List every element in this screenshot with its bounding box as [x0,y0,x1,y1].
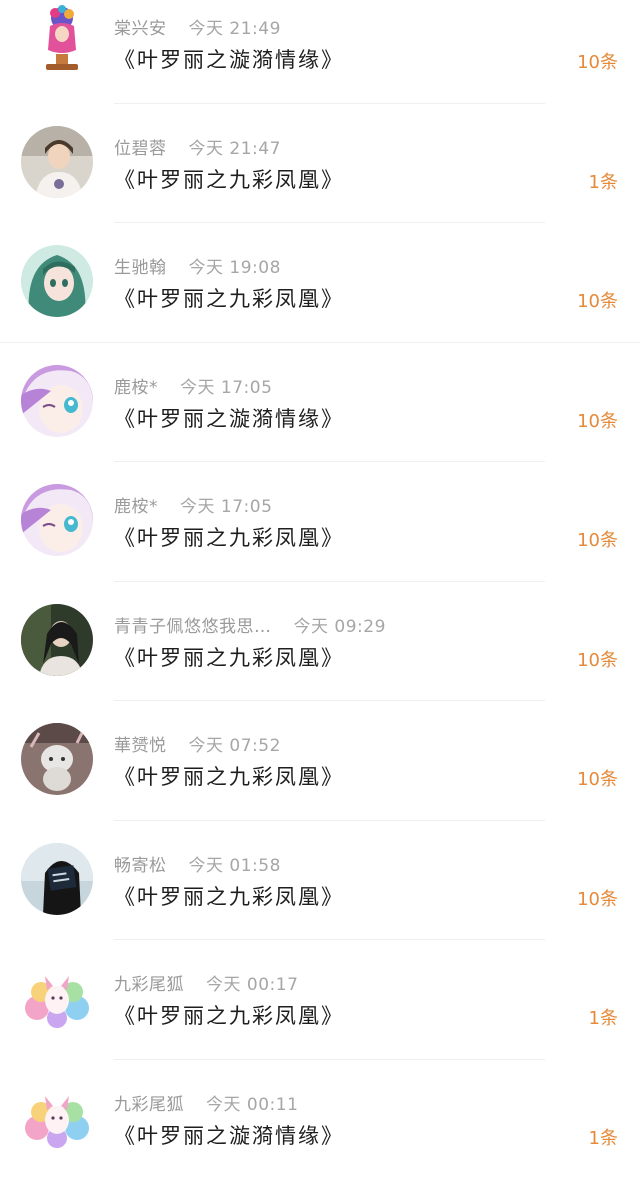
item-meta: 青青子佩悠悠我思… 今天 09:29 [114,612,386,637]
item-meta: 位碧蓉 今天 21:47 [114,134,281,159]
timestamp: 今天 00:17 [206,975,299,995]
timestamp: 今天 21:47 [188,138,281,159]
item-title[interactable]: 《叶罗丽之九彩凤凰》 [114,642,344,672]
item-title[interactable]: 《叶罗丽之九彩凤凰》 [114,164,344,194]
list-item[interactable]: 生驰翰 今天 19:08 《叶罗丽之九彩凤凰》 10条 [0,239,640,359]
list-item[interactable]: 九彩尾狐 今天 00:11 《叶罗丽之漩漪情缘》 1条 [0,1076,640,1180]
fox-icon [21,962,93,1034]
item-title[interactable]: 《叶罗丽之漩漪情缘》 [114,44,344,74]
avatar[interactable] [21,1081,93,1154]
user-name[interactable]: 位碧蓉 [114,139,167,159]
divider [114,700,545,701]
list-item[interactable]: 九彩尾狐 今天 00:17 《叶罗丽之九彩凤凰》 1条 [0,956,640,1076]
divider [114,1058,545,1060]
list-item[interactable]: 畅寄松 今天 01:58 《叶罗丽之九彩凤凰》 10条 [0,837,640,957]
divider [114,819,545,821]
user-name[interactable]: 青青子佩悠悠我思… [114,617,272,637]
timestamp: 今天 21:49 [188,19,281,39]
avatar[interactable] [21,484,93,556]
timestamp: 今天 00:11 [206,1094,299,1115]
list-item[interactable]: 鹿桉* 今天 17:05 《叶罗丽之九彩凤凰》 10条 [0,478,640,598]
timestamp: 今天 09:29 [293,616,386,637]
user-name[interactable]: 九彩尾狐 [114,975,184,995]
item-meta: 九彩尾狐 今天 00:17 [114,970,298,995]
anime-pink-icon [21,364,93,437]
plush-icon [21,723,93,795]
divider [114,222,545,223]
item-meta: 九彩尾狐 今天 00:11 [114,1090,298,1115]
person-dark-icon [21,603,93,676]
person-icon [21,125,93,198]
count-badge: 10条 [577,649,618,671]
avatar[interactable] [21,842,93,915]
timestamp: 今天 07:52 [188,736,281,756]
item-title[interactable]: 《叶罗丽之九彩凤凰》 [114,881,344,911]
count-badge: 10条 [577,410,618,432]
divider [114,580,545,582]
count-badge: 10条 [577,52,618,73]
timestamp: 今天 17:05 [180,497,273,517]
divider [0,341,640,343]
divider [114,102,545,104]
item-title[interactable]: 《叶罗丽之九彩凤凰》 [114,1000,344,1030]
avatar[interactable] [21,125,93,198]
count-badge: 10条 [577,291,618,312]
timestamp: 今天 01:58 [188,855,281,876]
item-meta: 棠兴安 今天 21:49 [114,14,281,39]
person-card-icon [21,842,93,915]
count-badge: 10条 [577,888,618,910]
message-list: 棠兴安 今天 21:49 《叶罗丽之漩漪情缘》 10条 位碧蓉 今天 21:47 《… [0,0,640,1180]
user-name[interactable]: 九彩尾狐 [114,1095,184,1115]
figure-icon [30,4,90,76]
avatar[interactable] [21,962,93,1034]
list-item[interactable]: 棠兴安 今天 21:49 《叶罗丽之漩漪情缘》 10条 [0,0,640,120]
anime-green-icon [21,245,93,317]
item-meta: 鹿桉* 今天 17:05 [114,492,272,517]
avatar[interactable] [21,723,93,795]
divider [114,939,545,940]
count-badge: 10条 [577,769,618,790]
user-name[interactable]: 畅寄松 [114,856,167,876]
divider [114,461,545,462]
user-name[interactable]: 鹿桉* [114,378,158,398]
timestamp: 今天 19:08 [188,258,281,278]
item-title[interactable]: 《叶罗丽之九彩凤凰》 [114,522,344,552]
count-badge: 1条 [588,1008,618,1029]
item-title[interactable]: 《叶罗丽之漩漪情缘》 [114,1120,344,1150]
item-meta: 生驰翰 今天 19:08 [114,253,281,278]
item-title[interactable]: 《叶罗丽之九彩凤凰》 [114,283,344,313]
count-badge: 1条 [588,1127,618,1149]
fox-icon [21,1081,93,1154]
timestamp: 今天 17:05 [180,377,273,398]
count-badge: 1条 [588,171,618,193]
user-name[interactable]: 棠兴安 [114,19,167,39]
avatar[interactable] [26,4,90,76]
anime-pink-icon [21,484,93,556]
item-meta: 華赟悦 今天 07:52 [114,731,281,756]
list-item[interactable]: 位碧蓉 今天 21:47 《叶罗丽之九彩凤凰》 1条 [0,120,640,240]
item-title[interactable]: 《叶罗丽之漩漪情缘》 [114,403,344,433]
user-name[interactable]: 生驰翰 [114,258,167,278]
list-item[interactable]: 華赟悦 今天 07:52 《叶罗丽之九彩凤凰》 10条 [0,717,640,837]
item-title[interactable]: 《叶罗丽之九彩凤凰》 [114,761,344,791]
avatar[interactable] [21,245,93,317]
avatar[interactable] [21,603,93,676]
list-item[interactable]: 鹿桉* 今天 17:05 《叶罗丽之漩漪情缘》 10条 [0,359,640,479]
user-name[interactable]: 鹿桉* [114,497,158,517]
user-name[interactable]: 華赟悦 [114,736,167,756]
count-badge: 10条 [577,530,618,551]
list-item[interactable]: 青青子佩悠悠我思… 今天 09:29 《叶罗丽之九彩凤凰》 10条 [0,598,640,718]
avatar[interactable] [21,364,93,437]
item-meta: 畅寄松 今天 01:58 [114,851,281,876]
item-meta: 鹿桉* 今天 17:05 [114,373,272,398]
